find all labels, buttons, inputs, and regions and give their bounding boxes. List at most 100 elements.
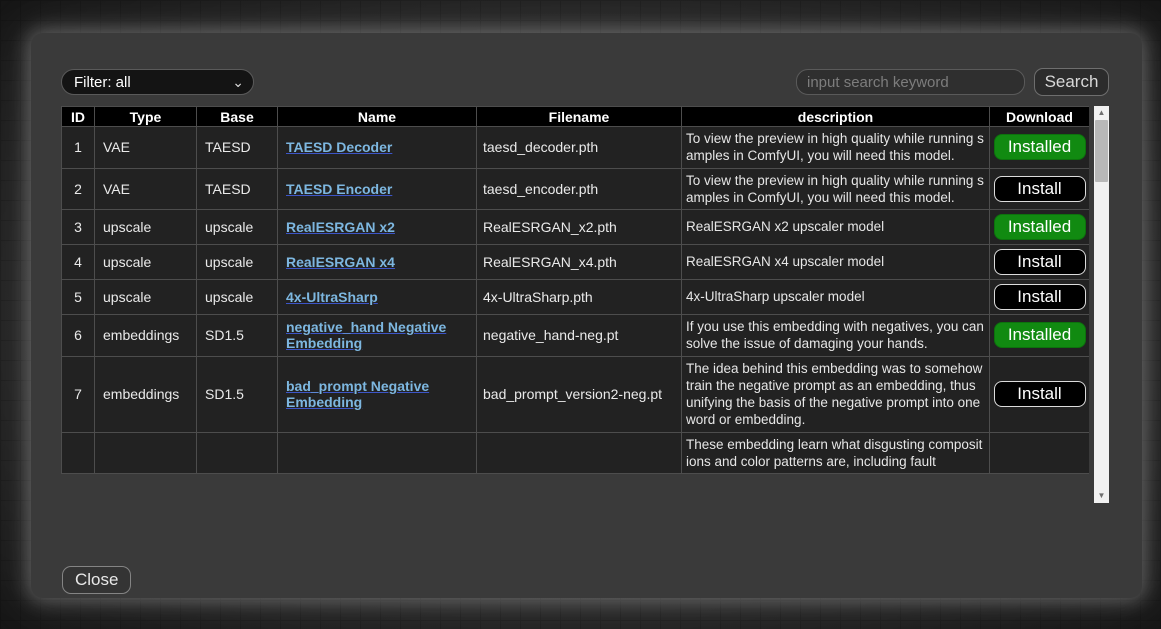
cell-id	[62, 432, 95, 474]
cell-type: upscale	[95, 245, 197, 280]
column-header: Base	[197, 107, 278, 127]
cell-download: Installed	[990, 315, 1090, 357]
cell-type: VAE	[95, 168, 197, 210]
cell-name: TAESD Encoder	[278, 168, 477, 210]
scrollbar-thumb[interactable]	[1095, 120, 1108, 182]
cell-description: To view the preview in high quality whil…	[682, 127, 990, 169]
install-button[interactable]: Install	[994, 249, 1086, 275]
cell-type	[95, 432, 197, 474]
cell-filename: taesd_decoder.pth	[477, 127, 682, 169]
cell-id: 4	[62, 245, 95, 280]
cell-id: 6	[62, 315, 95, 357]
cell-download: Install	[990, 245, 1090, 280]
cell-type: upscale	[95, 280, 197, 315]
cell-download: Install	[990, 356, 1090, 432]
column-header: description	[682, 107, 990, 127]
cell-filename: 4x-UltraSharp.pth	[477, 280, 682, 315]
table-row: 4upscaleupscaleRealESRGAN x4RealESRGAN_x…	[62, 245, 1090, 280]
search-button[interactable]: Search	[1034, 68, 1109, 96]
column-header: Download	[990, 107, 1090, 127]
install-button[interactable]: Installed	[994, 134, 1086, 160]
cell-base: upscale	[197, 280, 278, 315]
model-name-link[interactable]: TAESD Encoder	[286, 181, 392, 197]
cell-name: RealESRGAN x2	[278, 210, 477, 245]
cell-name: bad_prompt Negative Embedding	[278, 356, 477, 432]
cell-base: upscale	[197, 210, 278, 245]
cell-download: Install	[990, 280, 1090, 315]
table-row: 1VAETAESD TAESD Decoder taesd_decoder.pthT…	[62, 127, 1090, 169]
cell-id: 5	[62, 280, 95, 315]
column-header: Name	[278, 107, 477, 127]
cell-id: 2	[62, 168, 95, 210]
cell-description: The idea behind this embedding was to so…	[682, 356, 990, 432]
cell-id: 1	[62, 127, 95, 169]
cell-description: RealESRGAN x2 upscaler model	[682, 210, 990, 245]
model-name-link[interactable]: RealESRGAN x2	[286, 219, 395, 235]
cell-description: If you use this embedding with negatives…	[682, 315, 990, 357]
cell-name: TAESD Decoder	[278, 127, 477, 169]
table-row: 6embeddingsSD1.5negative_hand Negative E…	[62, 315, 1090, 357]
install-button[interactable]: Installed	[994, 214, 1086, 240]
cell-filename: RealESRGAN_x4.pth	[477, 245, 682, 280]
table-row: 3upscaleupscaleRealESRGAN x2RealESRGAN_x…	[62, 210, 1090, 245]
table-row: 7embeddingsSD1.5bad_prompt Negative Embe…	[62, 356, 1090, 432]
model-name-link[interactable]: bad_prompt Negative Embedding	[286, 378, 429, 410]
close-button[interactable]: Close	[62, 566, 131, 594]
table-row: 5upscaleupscale4x-UltraSharp4x-UltraShar…	[62, 280, 1090, 315]
model-manager-dialog: Filter: all ⌄ Search IDTypeBaseNameFilen…	[31, 33, 1142, 598]
cell-download: Install	[990, 168, 1090, 210]
cell-type: upscale	[95, 210, 197, 245]
table-header-row: IDTypeBaseNameFilenamedescriptionDownloa…	[62, 107, 1090, 127]
cell-id: 3	[62, 210, 95, 245]
cell-base: SD1.5	[197, 315, 278, 357]
table-row: These embedding learn what disgusting co…	[62, 432, 1090, 474]
column-header: ID	[62, 107, 95, 127]
cell-download: Installed	[990, 210, 1090, 245]
column-header: Type	[95, 107, 197, 127]
model-table-zone: IDTypeBaseNameFilenamedescriptionDownloa…	[61, 106, 1109, 503]
table-scrollbar[interactable]: ▲ ▼	[1094, 106, 1109, 503]
install-button[interactable]: Install	[994, 381, 1086, 407]
cell-filename: taesd_encoder.pth	[477, 168, 682, 210]
filter-select[interactable]: Filter: all	[61, 69, 254, 95]
cell-description: These embedding learn what disgusting co…	[682, 432, 990, 474]
column-header: Filename	[477, 107, 682, 127]
cell-base	[197, 432, 278, 474]
scroll-down-icon[interactable]: ▼	[1094, 489, 1109, 503]
filter-select-wrap: Filter: all ⌄	[61, 69, 254, 95]
search-input[interactable]	[796, 69, 1025, 95]
cell-name: 4x-UltraSharp	[278, 280, 477, 315]
cell-id: 7	[62, 356, 95, 432]
toolbar: Filter: all ⌄ Search	[61, 68, 1109, 96]
model-name-link[interactable]: 4x-UltraSharp	[286, 289, 378, 305]
cell-base: TAESD	[197, 127, 278, 169]
cell-filename: RealESRGAN_x2.pth	[477, 210, 682, 245]
cell-base: SD1.5	[197, 356, 278, 432]
model-table-body: 1VAETAESDTAESD Decodertaesd_decoder.pthT…	[62, 127, 1090, 474]
table-row: 2VAETAESD TAESD Encoder taesd_encoder.pthT…	[62, 168, 1090, 210]
cell-base: upscale	[197, 245, 278, 280]
cell-name: RealESRGAN x4	[278, 245, 477, 280]
model-table: IDTypeBaseNameFilenamedescriptionDownloa…	[61, 106, 1089, 474]
cell-download: Installed	[990, 127, 1090, 169]
model-name-link[interactable]: negative_hand Negative Embedding	[286, 319, 446, 351]
cell-type: embeddings	[95, 356, 197, 432]
model-name-link[interactable]: TAESD Decoder	[286, 139, 392, 155]
cell-type: VAE	[95, 127, 197, 169]
model-table-clip: IDTypeBaseNameFilenamedescriptionDownloa…	[61, 106, 1089, 503]
cell-filename	[477, 432, 682, 474]
install-button[interactable]: Install	[994, 176, 1086, 202]
scroll-up-icon[interactable]: ▲	[1094, 106, 1109, 120]
cell-type: embeddings	[95, 315, 197, 357]
install-button[interactable]: Installed	[994, 322, 1086, 348]
install-button[interactable]: Install	[994, 284, 1086, 310]
model-name-link[interactable]: RealESRGAN x4	[286, 254, 395, 270]
cell-filename: negative_hand-neg.pt	[477, 315, 682, 357]
cell-download	[990, 432, 1090, 474]
cell-filename: bad_prompt_version2-neg.pt	[477, 356, 682, 432]
cell-name: negative_hand Negative Embedding	[278, 315, 477, 357]
cell-description: RealESRGAN x4 upscaler model	[682, 245, 990, 280]
cell-description: 4x-UltraSharp upscaler model	[682, 280, 990, 315]
cell-base: TAESD	[197, 168, 278, 210]
cell-description: To view the preview in high quality whil…	[682, 168, 990, 210]
